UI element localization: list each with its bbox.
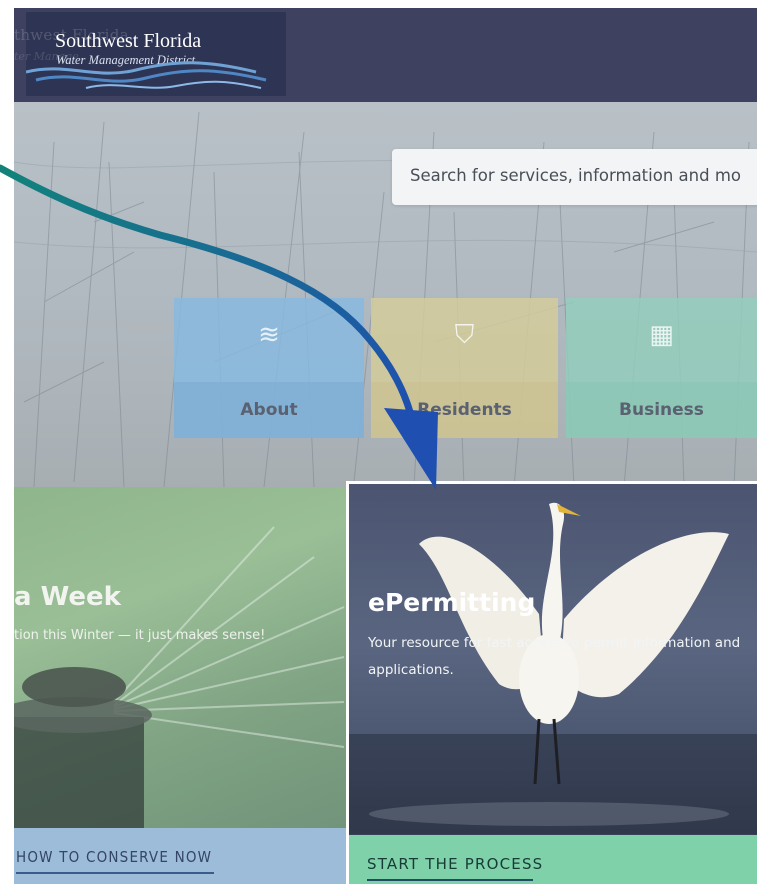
site-logo[interactable]: thwest Florida ter Manage Southwest Flor… [14,12,286,96]
search-input[interactable]: Search for services, information and mo [392,149,757,205]
cta-underline [367,879,533,881]
building-icon: ▦ [649,320,674,350]
promo-left-title: a Week [14,582,121,612]
conserve-now-button[interactable]: HOW TO CONSERVE NOW [14,828,352,884]
water-waves-icon: ≋ [258,320,280,350]
start-process-button[interactable]: START THE PROCESS [349,835,757,884]
page-frame: thwest Florida ter Manage Southwest Flor… [14,8,757,884]
tile-about-label: About [174,382,364,438]
faucet-icon: ⛉ [454,320,475,350]
egret-image [349,502,757,834]
sprinkler-image [14,526,345,837]
search-placeholder: Search for services, information and mo [410,166,741,185]
tile-residents[interactable]: ⛉ Residents [371,298,558,438]
start-process-label: START THE PROCESS [367,855,544,873]
epermitting-card-body: ePermitting Your resource for fast acces… [349,484,757,884]
tile-business-label: Business [566,382,757,438]
promo-left-subtitle: tion this Winter — it just makes sense! [14,628,266,643]
tile-about[interactable]: ≋ About [174,298,364,438]
promo-card-epermitting[interactable]: ePermitting Your resource for fast acces… [346,481,757,884]
site-header: thwest Florida ter Manage Southwest Flor… [14,8,757,102]
promo-card-conserve[interactable]: a Week tion this Winter — it just makes … [14,487,352,884]
tile-business[interactable]: ▦ Business [566,298,757,438]
epermitting-title: ePermitting [368,588,536,617]
tile-residents-label: Residents [371,382,558,438]
epermitting-description: Your resource for fast access to permit … [368,635,741,678]
logo-waves-icon [26,61,267,89]
logo-name: Southwest Florida [55,30,202,52]
conserve-now-label: HOW TO CONSERVE NOW [16,848,213,866]
hero-banner: Search for services, information and mo … [14,102,757,487]
cta-underline [16,872,214,874]
